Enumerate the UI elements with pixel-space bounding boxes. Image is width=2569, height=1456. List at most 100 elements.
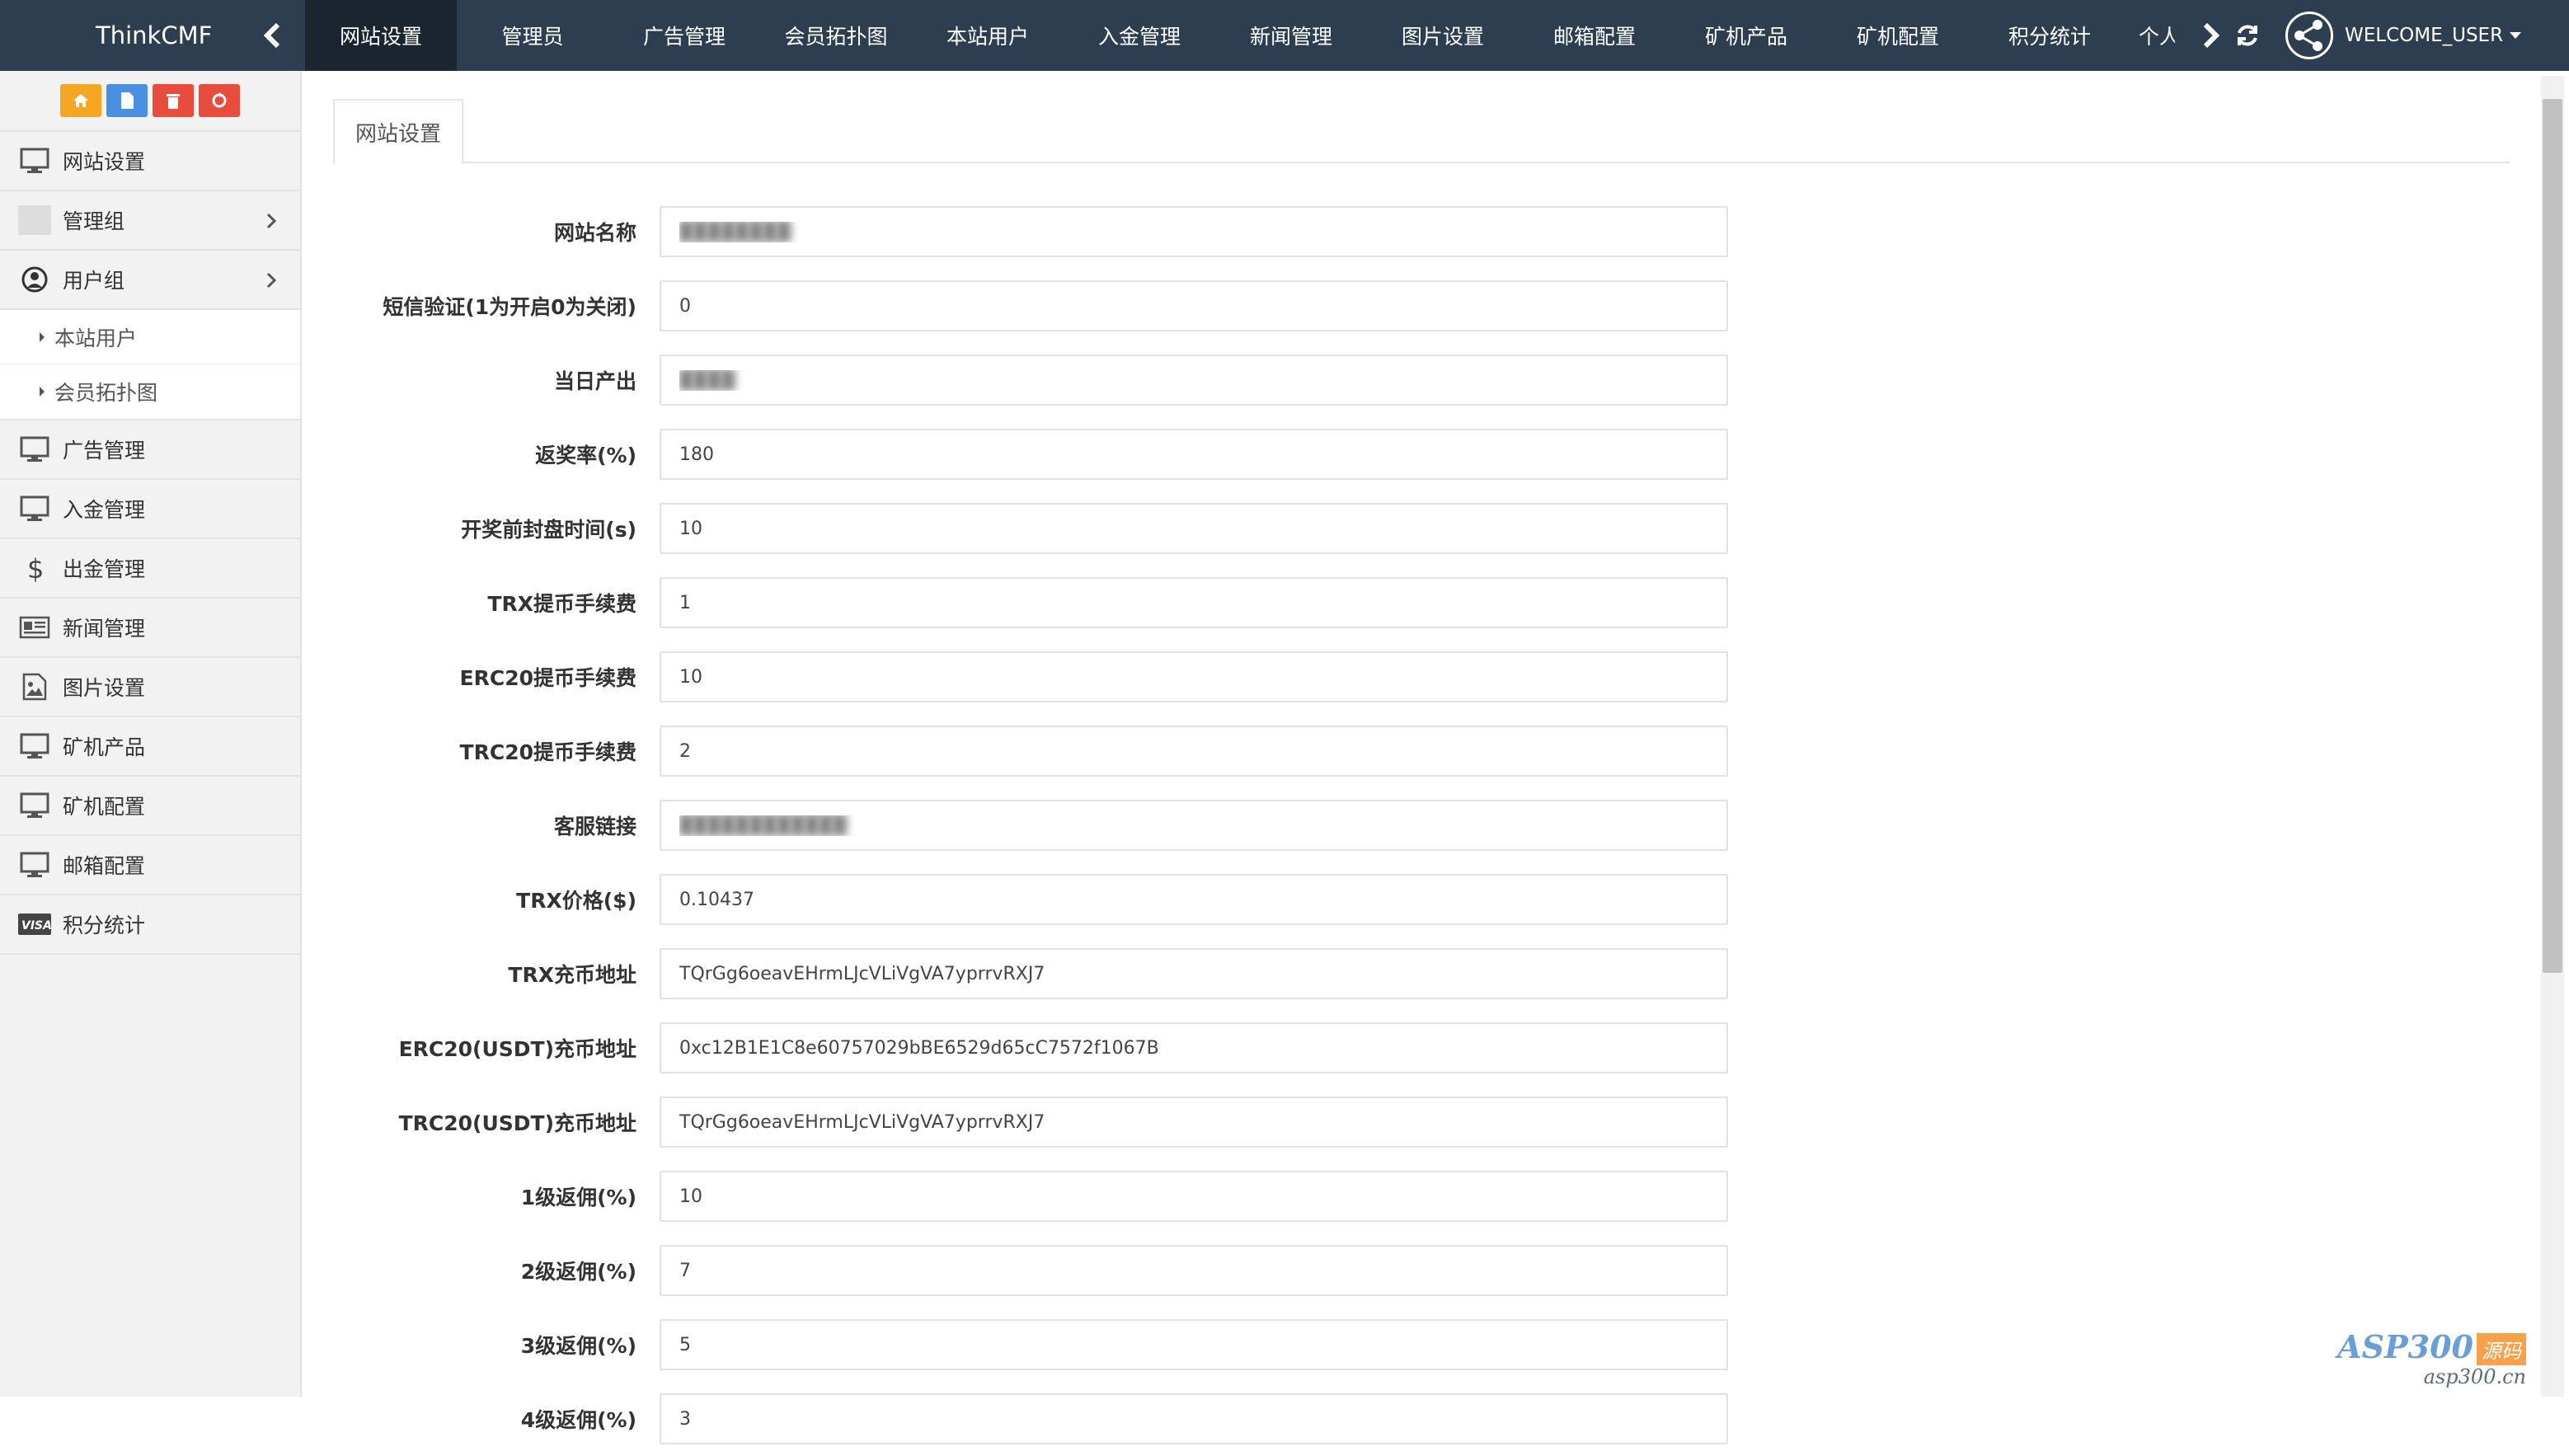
recycle-icon [210,92,228,110]
nav-tab-miner-products[interactable]: 矿机产品 [1670,0,1822,71]
sidebar-item-deposits[interactable]: 入金管理 [0,480,300,539]
form-row-trx-deposit-address: TRX充币地址 [303,937,2541,1011]
site-name-input[interactable] [660,206,1728,257]
close-time-input[interactable] [660,503,1728,554]
field-label: ERC20提币手续费 [303,662,660,692]
sidebar-item-withdrawals[interactable]: $ 出金管理 [0,539,300,599]
daily-output-input[interactable] [660,355,1728,406]
monitor-icon [18,492,51,525]
trx-fee-input[interactable] [660,577,1728,628]
sidebar-item-news[interactable]: 新闻管理 [0,599,300,658]
sidebar-subitem-member-topology[interactable]: 会员拓扑图 [0,364,300,419]
scrollbar-thumb[interactable] [2543,99,2562,973]
nav-tab-images[interactable]: 图片设置 [1367,0,1519,71]
content-tab-strip: 网站设置 [333,99,2510,163]
trash-button[interactable] [153,84,194,117]
visa-card-icon: VISA [18,908,51,941]
field-label: 短信验证(1为开启0为关闭) [303,291,660,321]
nav-tab-miner-config[interactable]: 矿机配置 [1822,0,1974,71]
trc20-deposit-address-input[interactable] [660,1097,1728,1148]
nav-tab-points[interactable]: 积分统计 [1974,0,2125,71]
placeholder-icon [18,204,51,237]
caret-right-icon [40,387,45,397]
user-circle-icon [18,263,51,296]
sidebar-item-ads[interactable]: 广告管理 [0,420,300,480]
caret-right-icon [40,332,45,342]
trc20-fee-input[interactable] [660,726,1728,777]
trx-price-input[interactable] [660,874,1728,925]
nav-tab-ads[interactable]: 广告管理 [608,0,760,71]
form-row-trx-fee: TRX提币手续费 [303,566,2541,640]
sidebar-item-miner-products[interactable]: 矿机产品 [0,717,300,777]
user-group-submenu: 本站用户 会员拓扑图 [0,310,300,420]
sms-verify-input[interactable] [660,280,1728,331]
field-label: 客服链接 [303,810,660,840]
nav-tab-deposits[interactable]: 入金管理 [1064,0,1215,71]
form-row-erc20-deposit-address: ERC20(USDT)充币地址 [303,1011,2541,1085]
sidebar-subitem-site-users[interactable]: 本站用户 [0,310,300,364]
sidebar-item-images[interactable]: 图片设置 [0,658,300,717]
sidebar-item-label: 广告管理 [63,434,145,464]
chevron-right-icon [265,270,277,294]
sidebar-item-label: 积分统计 [63,909,145,939]
field-label: 开奖前封盘时间(s) [303,514,660,543]
sidebar-item-email-config[interactable]: 邮箱配置 [0,836,300,895]
nav-tab-email[interactable]: 邮箱配置 [1519,0,1670,71]
field-label: 1级返佣(%) [303,1181,660,1211]
sidebar-item-label: 邮箱配置 [63,850,145,880]
sidebar-item-site-settings[interactable]: 网站设置 [0,132,300,191]
form-row-support-link: 客服链接 [303,788,2541,862]
caret-down-icon [2510,32,2521,39]
sidebar-item-admin-group[interactable]: 管理组 [0,191,300,251]
trash-icon [166,92,181,110]
form-row-erc20-fee: ERC20提币手续费 [303,640,2541,714]
main-content: 网站设置 网站名称 短信验证(1为开启0为关闭) 当日产出 返奖率(%) 开奖前… [303,71,2541,1397]
sidebar-item-label: 矿机产品 [63,731,145,761]
file-icon [120,92,134,110]
nav-tab-site-users[interactable]: 本站用户 [912,0,1064,71]
level1-commission-input[interactable] [660,1171,1728,1222]
nav-tab-personal[interactable]: 个人 [2125,0,2175,71]
recycle-button[interactable] [199,84,240,117]
sidebar-item-miner-config[interactable]: 矿机配置 [0,777,300,836]
monitor-icon [18,730,51,763]
form-row-level1-commission: 1级返佣(%) [303,1159,2541,1233]
support-link-input[interactable] [660,800,1728,851]
home-icon [72,92,90,109]
erc20-deposit-address-input[interactable] [660,1022,1728,1073]
chevron-right-icon[interactable] [2193,0,2229,71]
field-label: TRC20提币手续费 [303,736,660,766]
field-label: TRX充币地址 [303,959,660,989]
nav-tab-member-topology[interactable]: 会员拓扑图 [760,0,912,71]
tab-site-settings[interactable]: 网站设置 [333,99,463,165]
file-button[interactable] [106,84,148,117]
sidebar-item-points[interactable]: VISA 积分统计 [0,895,300,955]
trx-deposit-address-input[interactable] [660,948,1728,999]
nav-tab-admins[interactable]: 管理员 [457,0,608,71]
home-button[interactable] [60,84,101,117]
monitor-icon [18,789,51,822]
level2-commission-input[interactable] [660,1245,1728,1296]
image-icon [18,670,51,703]
level3-commission-input[interactable] [660,1319,1728,1370]
payout-rate-input[interactable] [660,429,1728,480]
nav-tab-news[interactable]: 新闻管理 [1215,0,1367,71]
sidebar-item-label: 新闻管理 [63,613,145,642]
sidebar-item-label: 网站设置 [63,146,145,176]
sidebar-item-user-group[interactable]: 用户组 [0,251,300,310]
field-label: 3级返佣(%) [303,1330,660,1360]
field-label: TRC20(USDT)充币地址 [303,1107,660,1137]
chevron-left-icon[interactable] [256,19,289,52]
sidebar-item-label: 出金管理 [63,553,145,583]
page-scrollbar[interactable] [2541,76,2564,1397]
refresh-icon[interactable] [2229,0,2266,71]
level4-commission-input[interactable] [660,1393,1728,1444]
chevron-right-icon [265,211,277,235]
sidebar-item-label: 用户组 [63,265,124,294]
brand-name: ThinkCMF [96,21,212,49]
nav-tab-site-settings[interactable]: 网站设置 [305,0,457,71]
user-menu[interactable]: WELCOME_USER [2285,0,2521,71]
field-label: 当日产出 [303,365,660,395]
erc20-fee-input[interactable] [660,651,1728,702]
sidebar-item-label: 入金管理 [63,494,145,524]
